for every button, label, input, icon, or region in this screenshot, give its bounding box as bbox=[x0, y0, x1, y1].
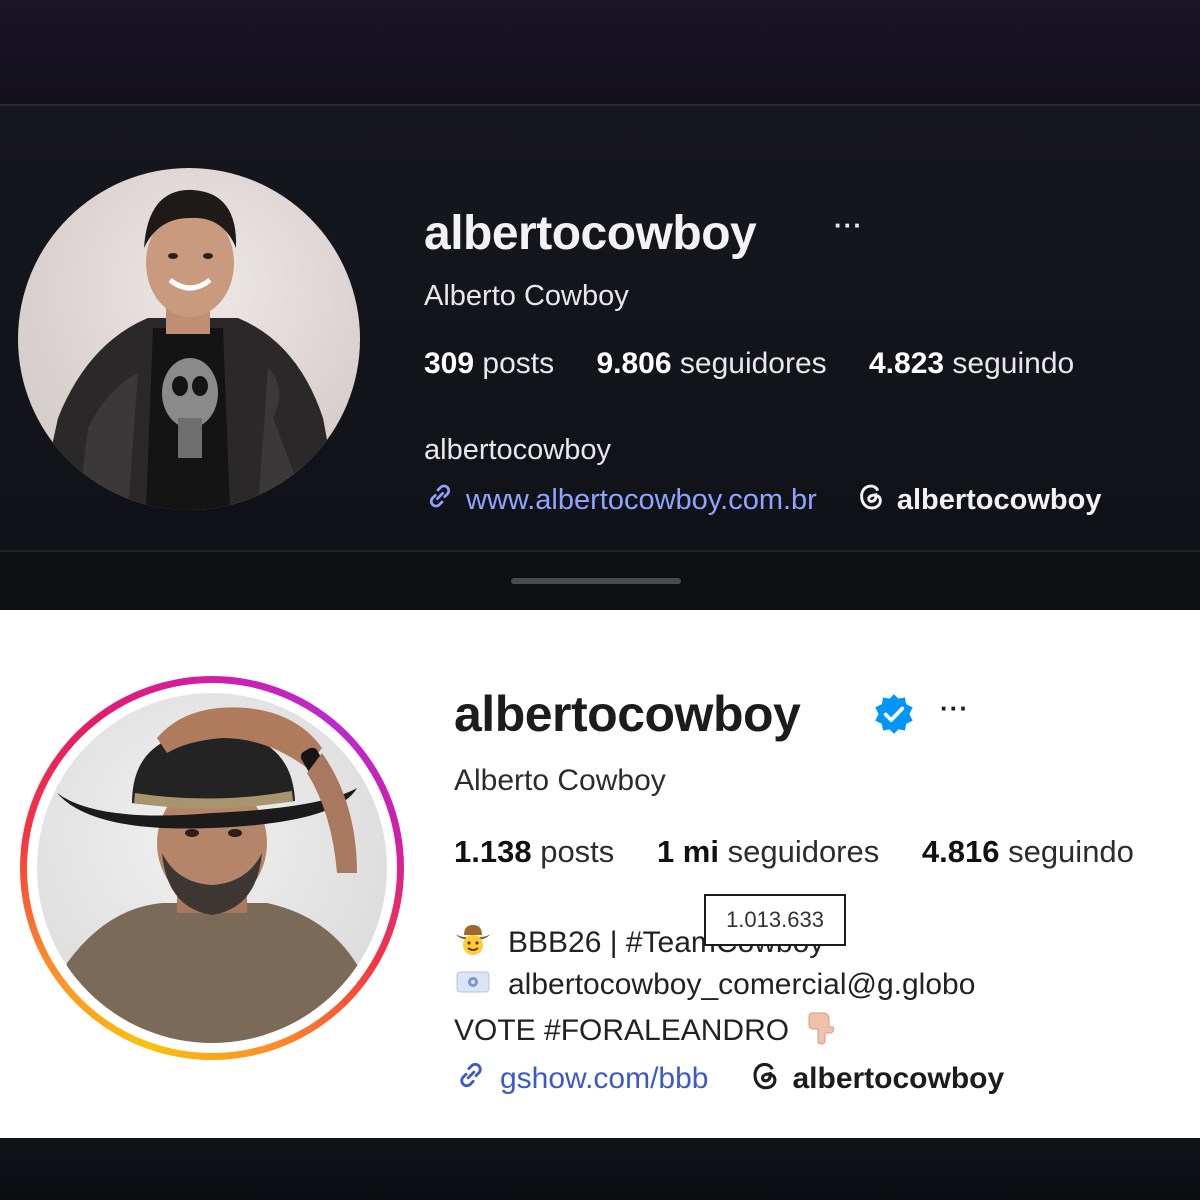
old-followers-label: seguidores bbox=[679, 347, 827, 380]
old-following-count: 4.823 bbox=[869, 347, 945, 380]
new-profile-more-options-button[interactable]: ··· bbox=[940, 693, 969, 724]
followers-exact-count-tooltip: 1.013.633 bbox=[704, 894, 846, 946]
new-profile-stats: 1.138 posts 1 mi seguidores 4.816 seguin… bbox=[454, 834, 1168, 870]
threads-icon bbox=[748, 1058, 782, 1100]
old-posts-count: 309 bbox=[424, 347, 475, 380]
new-posts-stat: 1.138 posts bbox=[454, 834, 614, 870]
old-profile-more-options-button[interactable]: ··· bbox=[834, 210, 863, 241]
old-profile-bio: albertocowboy bbox=[424, 434, 611, 466]
old-profile-links: www.albertocowboy.com.br albertocowboy bbox=[424, 480, 1101, 520]
new-posts-count: 1.138 bbox=[454, 834, 532, 869]
link-icon bbox=[424, 480, 456, 520]
old-following-stat[interactable]: 4.823 seguindo bbox=[869, 347, 1074, 381]
old-posts-stat: 309 posts bbox=[424, 347, 554, 381]
cowboy-emoji-icon bbox=[454, 922, 492, 964]
bio-vote-text: VOTE #FORALEANDRO bbox=[454, 1014, 790, 1047]
old-profile-stats: 309 posts 9.806 seguidores 4.823 seguind… bbox=[424, 347, 1108, 381]
avatar-photo-man-cowboy-hat bbox=[57, 707, 377, 1043]
new-profile-website-link[interactable]: gshow.com/bbb bbox=[500, 1062, 708, 1096]
drag-handle[interactable] bbox=[511, 578, 681, 584]
new-followers-label: seguidores bbox=[727, 834, 880, 869]
new-following-count: 4.816 bbox=[921, 834, 1000, 869]
new-profile-avatar bbox=[37, 693, 387, 1043]
new-following-label: seguindo bbox=[1008, 834, 1134, 869]
old-followers-count: 9.806 bbox=[596, 347, 672, 380]
old-profile-threads-link[interactable]: albertocowboy bbox=[897, 484, 1102, 517]
old-profile-username: albertocowboy bbox=[424, 207, 757, 260]
top-background bbox=[0, 0, 1200, 108]
avatar-ring-gap bbox=[27, 683, 397, 1053]
avatar-photo-man-leather-jacket bbox=[38, 189, 340, 510]
verified-badge-icon bbox=[872, 692, 916, 741]
bottom-background bbox=[0, 1138, 1200, 1200]
new-profile-avatar-story-ring[interactable] bbox=[20, 676, 404, 1060]
pointing-down-emoji-icon bbox=[803, 1009, 839, 1053]
new-profile-threads-link[interactable]: albertocowboy bbox=[792, 1062, 1004, 1096]
old-followers-stat[interactable]: 9.806 seguidores bbox=[596, 347, 826, 381]
new-posts-label: posts bbox=[540, 834, 615, 869]
bio-line-vote: VOTE #FORALEANDRO bbox=[454, 1009, 839, 1053]
old-profile-avatar[interactable] bbox=[18, 168, 360, 510]
new-following-stat[interactable]: 4.816 seguindo bbox=[922, 834, 1134, 870]
new-profile-username: albertocowboy bbox=[454, 686, 801, 742]
old-profile-website-link[interactable]: www.albertocowboy.com.br bbox=[466, 484, 817, 517]
bio-email-text: albertocowboy_comercial@g.globo bbox=[508, 968, 976, 1001]
bio-line-email: albertocowboy_comercial@g.globo bbox=[454, 966, 975, 1004]
old-posts-label: posts bbox=[482, 347, 555, 380]
new-profile-links: gshow.com/bbb albertocowboy bbox=[454, 1058, 1004, 1100]
email-card-icon bbox=[454, 966, 492, 1004]
old-profile-full-name: Alberto Cowboy bbox=[424, 280, 629, 312]
new-profile-full-name: Alberto Cowboy bbox=[454, 764, 666, 797]
link-icon bbox=[454, 1058, 488, 1100]
new-followers-stat[interactable]: 1 mi seguidores bbox=[657, 834, 879, 870]
threads-icon bbox=[855, 480, 887, 520]
new-followers-count: 1 mi bbox=[656, 834, 719, 869]
old-following-label: seguindo bbox=[952, 347, 1075, 380]
